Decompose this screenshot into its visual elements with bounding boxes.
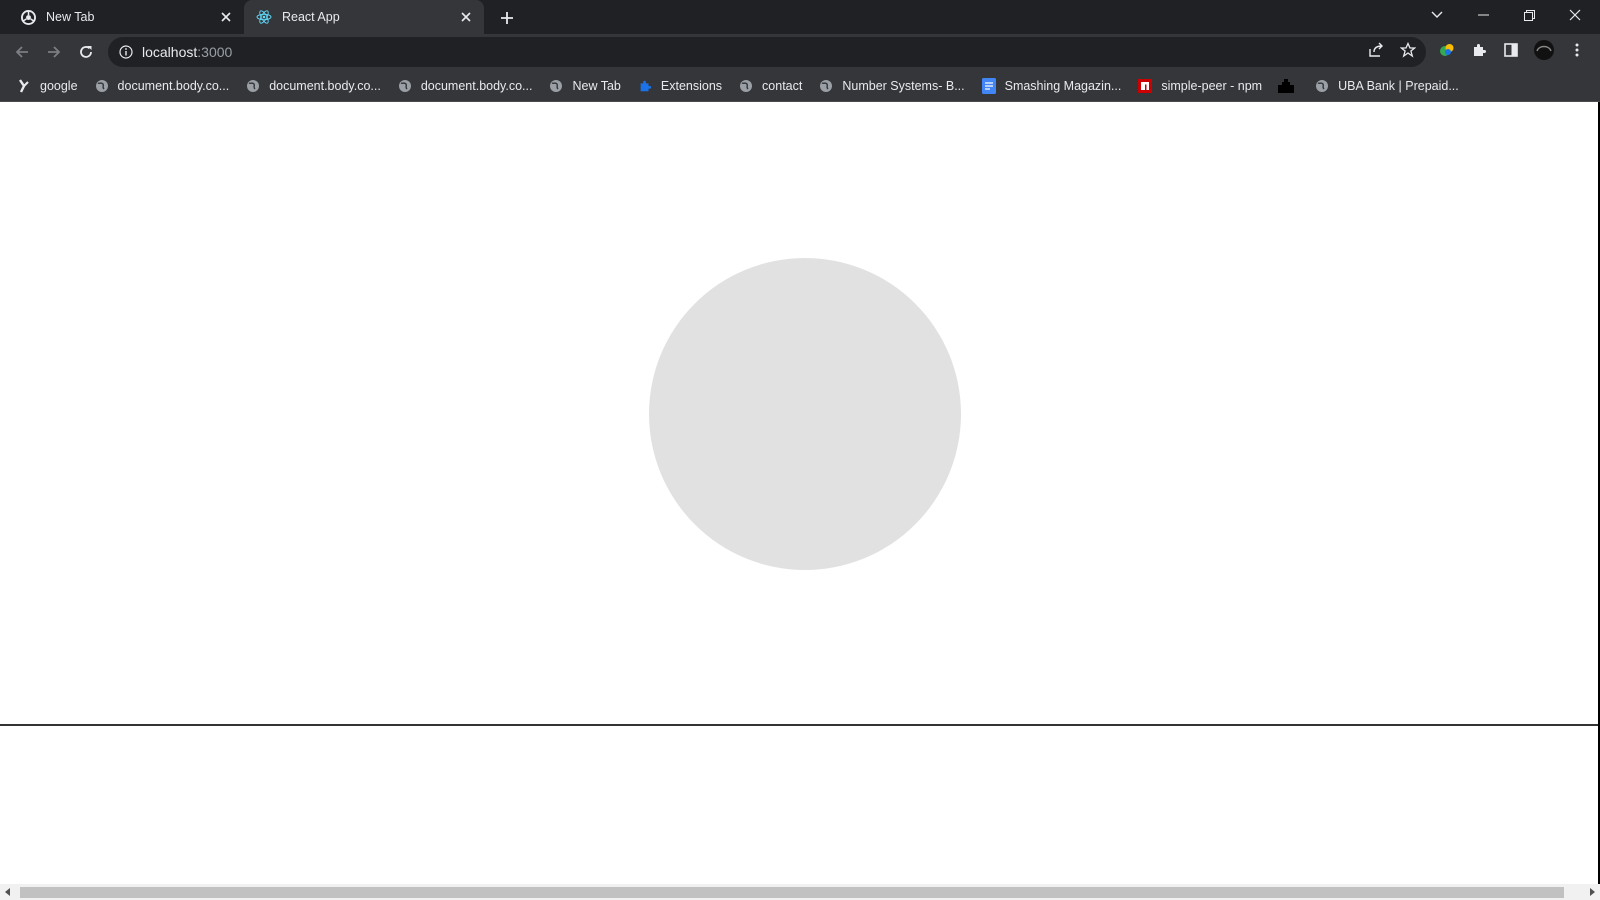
- horizontal-divider: [0, 724, 1600, 726]
- browser-window: New Tab React App localhost:3000 google …: [0, 0, 1600, 900]
- tab-strip: New Tab React App: [0, 0, 1600, 34]
- plus-icon: [501, 12, 513, 24]
- bookmark-item[interactable]: Extensions: [633, 72, 730, 100]
- puzzle-icon: [637, 78, 653, 94]
- google-bookmark-icon: [16, 78, 32, 94]
- globe-icon: [548, 78, 564, 94]
- bookmark-label: document.body.co...: [420, 78, 533, 93]
- extension-colorful-icon[interactable]: [1438, 41, 1456, 59]
- bookmark-label: contact: [762, 78, 803, 93]
- url-text: localhost:3000: [142, 44, 232, 60]
- close-icon[interactable]: [216, 7, 236, 27]
- bookmark-item[interactable]: document.body.co...: [90, 72, 238, 100]
- bookmark-item[interactable]: UBA Bank | Prepaid...: [1310, 72, 1467, 100]
- tab-search-button[interactable]: [1414, 0, 1460, 30]
- bookmark-item[interactable]: Smashing Magazin...: [977, 72, 1130, 100]
- tab-new-tab[interactable]: New Tab: [8, 0, 244, 34]
- info-icon[interactable]: [118, 44, 134, 60]
- npm-icon: [1137, 78, 1153, 94]
- globe-icon: [397, 78, 413, 94]
- new-tab-button[interactable]: [496, 7, 518, 29]
- puzzle-icon[interactable]: [1470, 41, 1488, 59]
- bookmark-item[interactable]: simple-peer - npm: [1133, 72, 1270, 100]
- bookmark-item[interactable]: [1274, 72, 1310, 100]
- page-viewport: [0, 102, 1600, 900]
- bookmark-item[interactable]: New Tab: [544, 72, 628, 100]
- minimize-icon: [1477, 14, 1489, 16]
- url-port: :3000: [197, 44, 233, 60]
- kebab-menu-icon[interactable]: [1568, 41, 1586, 59]
- bookmark-item[interactable]: document.body.co...: [393, 72, 541, 100]
- minimize-button[interactable]: [1460, 0, 1506, 30]
- folder-icon: [1278, 78, 1295, 94]
- address-bar[interactable]: localhost:3000: [108, 37, 1426, 67]
- side-panel-icon[interactable]: [1502, 41, 1520, 59]
- reload-icon: [80, 46, 92, 58]
- restore-icon: [1523, 9, 1535, 21]
- bookmark-label: document.body.co...: [269, 78, 381, 93]
- tab-title: React App: [282, 10, 340, 24]
- bookmark-item[interactable]: google: [12, 72, 86, 100]
- tab-title: New Tab: [46, 10, 95, 24]
- bookmark-item[interactable]: document.body.co...: [241, 72, 389, 100]
- bookmark-label: UBA Bank | Prepaid...: [1338, 78, 1459, 93]
- star-icon[interactable]: [1399, 41, 1417, 59]
- horizontal-scrollbar[interactable]: [0, 884, 1600, 900]
- forward-button[interactable]: [40, 38, 68, 66]
- bookmark-item[interactable]: Number Systems- B...: [814, 72, 972, 100]
- scroll-right-icon[interactable]: [1584, 884, 1600, 900]
- url-host: localhost: [142, 44, 198, 60]
- scrollbar-thumb[interactable]: [20, 887, 1564, 898]
- bookmarks-bar: google document.body.co... document.body…: [0, 70, 1600, 102]
- chrome-icon: [20, 9, 36, 25]
- restore-button[interactable]: [1506, 0, 1552, 30]
- close-icon: [1569, 9, 1581, 21]
- bookmark-label: document.body.co...: [117, 78, 230, 93]
- bookmark-label: Smashing Magazin...: [1004, 78, 1122, 93]
- bookmark-label: New Tab: [572, 78, 621, 93]
- avatar[interactable]: [1533, 39, 1555, 61]
- close-window-button[interactable]: [1552, 0, 1598, 30]
- share-icon[interactable]: [1367, 41, 1385, 59]
- docs-icon: [981, 77, 997, 94]
- bookmark-label: google: [40, 78, 78, 93]
- browser-toolbar: localhost:3000: [0, 34, 1600, 70]
- arrow-left-icon: [15, 46, 28, 58]
- scroll-left-icon[interactable]: [0, 884, 16, 900]
- globe-icon: [94, 78, 110, 94]
- close-icon[interactable]: [456, 7, 476, 27]
- globe-icon: [245, 78, 261, 94]
- react-icon: [256, 9, 272, 25]
- bookmark-item[interactable]: contact: [734, 72, 810, 100]
- bookmark-label: Number Systems- B...: [842, 78, 965, 93]
- back-button[interactable]: [8, 38, 36, 66]
- globe-icon: [738, 78, 754, 94]
- tab-react-app[interactable]: React App: [244, 0, 484, 34]
- arrow-right-icon: [48, 46, 61, 58]
- reload-button[interactable]: [72, 38, 100, 66]
- bookmark-label: Extensions: [660, 78, 723, 93]
- chevron-down-icon: [1431, 11, 1443, 18]
- globe-icon: [1314, 78, 1330, 94]
- globe-icon: [818, 78, 834, 94]
- loading-placeholder-circle: [649, 258, 961, 570]
- bookmark-label: simple-peer - npm: [1161, 78, 1263, 93]
